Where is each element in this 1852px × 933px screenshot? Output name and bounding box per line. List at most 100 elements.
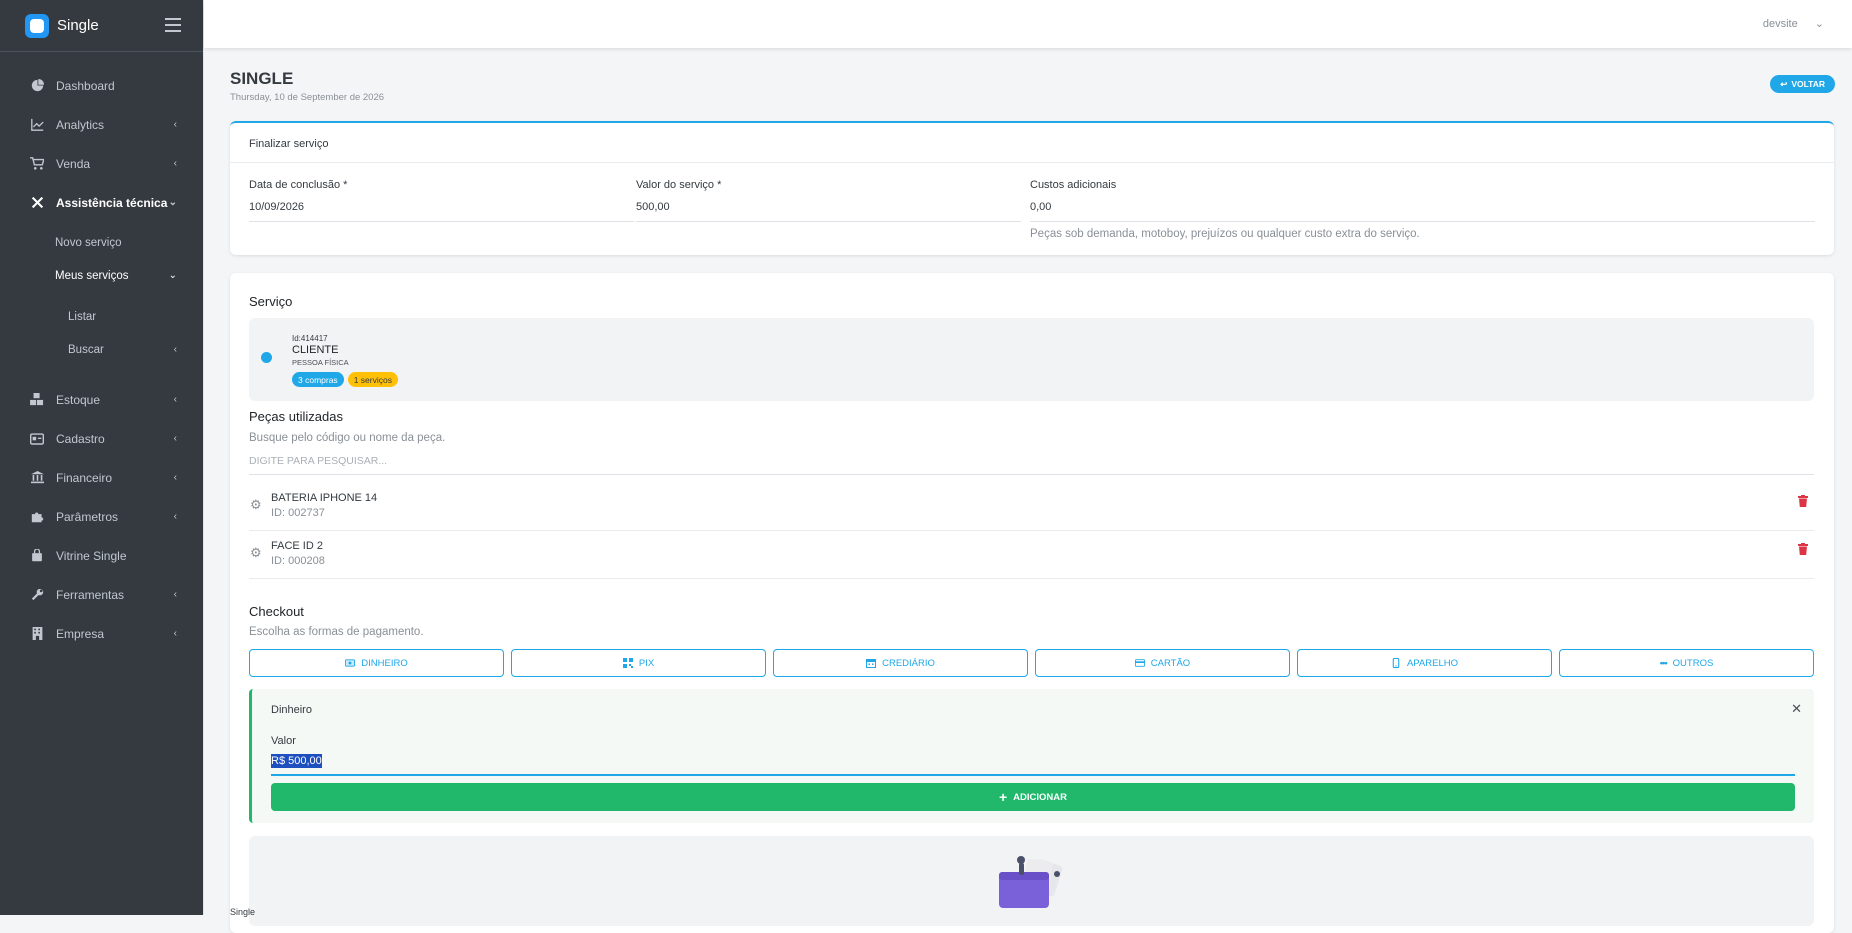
pay-button-label: APARELHO (1406, 657, 1459, 669)
completion-date-input[interactable]: 10/09/2026 (249, 201, 634, 222)
brand[interactable]: Single (0, 0, 203, 52)
pay-button-label: CREDIÁRIO (882, 657, 935, 669)
parts-search-input[interactable]: DIGITE PARA PESQUISAR... (249, 455, 1814, 475)
service-value-label: Valor do serviço * (636, 179, 722, 191)
trash-icon[interactable] (1798, 543, 1808, 555)
sidebar-item-ferramentas[interactable]: Ferramentas ‹ (0, 575, 203, 614)
service-value-input[interactable]: 500,00 (636, 201, 1021, 222)
sidebar-item-meus-servicos[interactable]: Meus serviços ⌄ (0, 259, 203, 292)
pay-pix-button[interactable]: PIX (511, 649, 766, 677)
sidebar-item-parametros[interactable]: Parâmetros ‹ (0, 497, 203, 536)
client-box[interactable]: Id:414417 CLIENTE PESSOA FÍSICA 3 compra… (249, 318, 1814, 401)
payment-methods: DINHEIRO PIX CREDIÁRIO CARTÃO APARELHO •… (249, 649, 1814, 677)
service-value-field: Valor do serviço * 500,00 (636, 179, 1021, 240)
additional-costs-input[interactable]: 0,00 (1030, 201, 1815, 222)
sidebar-item-dashboard[interactable]: Dashboard (0, 66, 203, 105)
cubes-icon (30, 393, 44, 407)
sidebar-item-label: Dashboard (56, 78, 115, 93)
additional-costs-field: Custos adicionais 0,00 Peças sob demanda… (1030, 179, 1815, 240)
sidebar-item-label: Meus serviços (55, 269, 129, 282)
id-card-icon (30, 432, 44, 446)
pay-others-button[interactable]: ••• OUTROS (1559, 649, 1814, 677)
chevron-down-icon: ⌄ (168, 197, 177, 208)
line-chart-icon (30, 118, 44, 132)
gear-icon: ⚙ (250, 545, 262, 560)
sidebar: Single Dashboard Analytics ‹ Venda ‹ Ass… (0, 0, 204, 915)
part-id: ID: 000208 (271, 555, 325, 567)
qrcode-icon (622, 658, 633, 668)
sidebar-item-estoque[interactable]: Estoque ‹ (0, 380, 203, 419)
sidebar-item-novo-servico[interactable]: Novo serviço (0, 226, 203, 259)
return-arrow-icon: ↩ (1780, 78, 1788, 89)
sidebar-item-venda[interactable]: Venda ‹ (0, 144, 203, 183)
part-row: ⚙ FACE ID 2 ID: 000208 (249, 531, 1814, 579)
close-icon[interactable]: ✕ (1791, 701, 1802, 717)
footer-text: Single (230, 907, 256, 917)
brand-logo-icon (25, 13, 49, 38)
payment-entry-title: Dinheiro (271, 704, 312, 716)
sidebar-item-analytics[interactable]: Analytics ‹ (0, 105, 203, 144)
pay-button-label: OUTROS (1672, 657, 1714, 669)
money-bill-icon (345, 659, 356, 667)
pay-device-button[interactable]: APARELHO (1297, 649, 1552, 677)
wallet-illustration-icon (999, 856, 1063, 908)
tools-icon (30, 196, 44, 210)
sidebar-item-label: Buscar (68, 343, 104, 356)
parts-title: Peças utilizadas (249, 409, 343, 424)
sidebar-item-financeiro[interactable]: Financeiro ‹ (0, 458, 203, 497)
finalize-card-title: Finalizar serviço (230, 123, 1834, 163)
sidebar-item-label: Listar (68, 310, 97, 323)
mobile-phone-icon (1392, 658, 1400, 668)
puzzle-icon (30, 510, 44, 524)
sidebar-item-listar[interactable]: Listar (0, 300, 203, 333)
wrench-icon (30, 588, 44, 602)
payment-value-label: Valor (271, 735, 296, 747)
pay-cash-button[interactable]: DINHEIRO (249, 649, 504, 677)
chevron-left-icon: ‹ (173, 589, 177, 600)
page-title: SINGLE (230, 69, 294, 88)
completion-date-field: Data de conclusão * 10/09/2026 (249, 179, 634, 240)
client-name: CLIENTE (292, 344, 339, 356)
shopping-bag-icon (30, 549, 44, 563)
part-name: BATERIA IPHONE 14 (271, 492, 378, 504)
empty-state-panel (249, 836, 1814, 926)
service-card: Serviço Id:414417 CLIENTE PESSOA FÍSICA … (230, 273, 1834, 933)
payment-value-text: R$ 500,00 (271, 754, 322, 768)
sidebar-item-cadastro[interactable]: Cadastro ‹ (0, 419, 203, 458)
purchases-badge: 3 compras (292, 372, 344, 387)
back-button[interactable]: ↩ VOLTAR (1770, 75, 1835, 93)
sidebar-item-vitrine-single[interactable]: Vitrine Single (0, 536, 203, 575)
checkout-help: Escolha as formas de pagamento. (249, 626, 424, 638)
ellipsis-icon: ••• (1659, 657, 1668, 669)
add-payment-button[interactable]: + ADICIONAR (271, 783, 1795, 811)
service-title: Serviço (249, 294, 293, 309)
user-circle-icon (261, 352, 272, 363)
sidebar-item-empresa[interactable]: Empresa ‹ (0, 614, 203, 653)
sidebar-item-assistencia-tecnica[interactable]: Assistência técnica ⌄ (0, 183, 203, 222)
pay-button-label: PIX (638, 657, 655, 669)
chevron-left-icon: ‹ (173, 119, 177, 130)
building-icon (30, 627, 44, 641)
main-content: SINGLE Thursday, 10 de September de 2026… (230, 48, 1835, 933)
pay-credit-button[interactable]: CREDIÁRIO (773, 649, 1028, 677)
pay-card-button[interactable]: CARTÃO (1035, 649, 1290, 677)
additional-costs-label: Custos adicionais (1030, 179, 1117, 191)
sidebar-item-buscar[interactable]: Buscar ‹ (0, 333, 203, 366)
sidebar-item-label: Financeiro (56, 470, 113, 485)
sidebar-nav: Dashboard Analytics ‹ Venda ‹ Assistênci… (0, 52, 203, 653)
chevron-left-icon: ‹ (173, 433, 177, 444)
trash-icon[interactable] (1798, 495, 1808, 507)
payment-entry-cash: Dinheiro ✕ Valor R$ 500,00 + ADICIONAR (249, 689, 1814, 823)
credit-card-icon (1134, 659, 1145, 667)
sidebar-item-label: Venda (56, 156, 91, 171)
pay-button-label: CARTÃO (1150, 657, 1191, 669)
sidebar-item-label: Parâmetros (56, 509, 119, 524)
hamburger-menu-icon[interactable] (165, 18, 181, 32)
user-name: devsite (1762, 18, 1798, 30)
user-menu[interactable]: devsite ⌄ (1763, 17, 1824, 30)
client-id: Id:414417 (292, 334, 328, 343)
payment-value-input[interactable]: R$ 500,00 (271, 754, 1795, 776)
chevron-left-icon: ‹ (173, 628, 177, 639)
brand-name: Single (57, 17, 99, 34)
bank-icon (30, 471, 44, 485)
